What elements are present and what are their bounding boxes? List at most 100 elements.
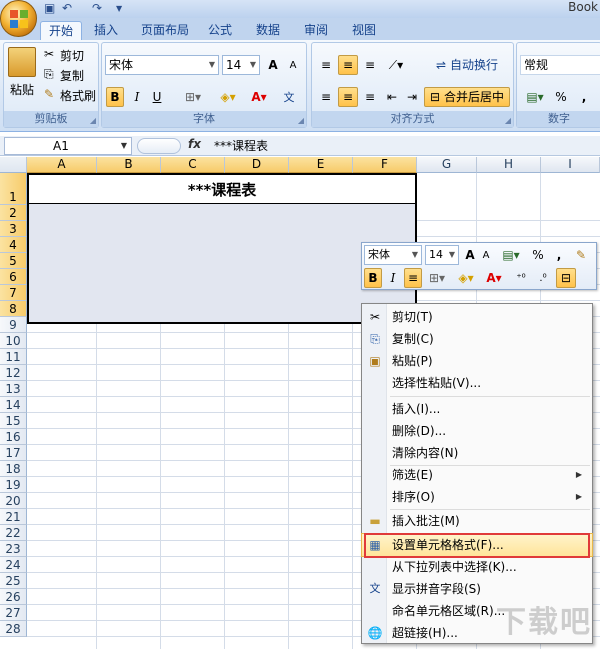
column-header[interactable]: H bbox=[477, 157, 541, 173]
cut-button[interactable]: 剪切 bbox=[60, 47, 84, 64]
percent-button[interactable]: % bbox=[553, 87, 569, 107]
quick-access-dropdown-icon[interactable]: ▼ bbox=[116, 4, 122, 13]
format-painter-button[interactable]: 格式刷 bbox=[60, 87, 96, 104]
selected-range[interactable] bbox=[27, 190, 417, 324]
mini-merge-icon[interactable]: ⊟ bbox=[556, 268, 576, 288]
tab-view[interactable]: 视图 bbox=[344, 21, 384, 40]
menu-item-copy[interactable]: ⎘ 复制(C) bbox=[362, 328, 592, 350]
paste-icon[interactable] bbox=[8, 47, 36, 77]
mini-bold-button[interactable]: B bbox=[364, 268, 382, 288]
tab-review[interactable]: 审阅 bbox=[296, 21, 336, 40]
border-button[interactable]: ⊞▾ bbox=[178, 87, 208, 107]
mini-size-select[interactable]: 14 ▼ bbox=[425, 245, 459, 265]
wrap-text-button[interactable]: ⇌ 自动换行 bbox=[424, 55, 510, 75]
shrink-font-button[interactable]: A bbox=[284, 55, 302, 75]
row-header[interactable]: 5 bbox=[0, 253, 27, 269]
row-header[interactable]: 9 bbox=[0, 317, 27, 333]
menu-item-filter[interactable]: 筛选(E) ▶ bbox=[362, 464, 592, 486]
mini-font-color-icon[interactable]: A▾ bbox=[482, 268, 506, 288]
row-header[interactable]: 15 bbox=[0, 413, 27, 429]
row-header[interactable]: 7 bbox=[0, 285, 27, 301]
row-header[interactable]: 17 bbox=[0, 445, 27, 461]
menu-item-sort[interactable]: 排序(O) ▶ bbox=[362, 486, 592, 508]
mini-border-icon[interactable]: ⊞▾ bbox=[424, 268, 450, 288]
align-center-icon[interactable]: ≡ bbox=[338, 87, 358, 107]
mini-percent-button[interactable]: % bbox=[530, 245, 546, 265]
italic-button[interactable]: I bbox=[128, 87, 146, 107]
row-header[interactable]: 2 bbox=[0, 205, 27, 221]
row-header[interactable]: 27 bbox=[0, 605, 27, 621]
menu-item-insert-comment[interactable]: ▬ 插入批注(M) bbox=[362, 510, 592, 532]
row-header[interactable]: 26 bbox=[0, 589, 27, 605]
dialog-launcher-icon[interactable]: ◢ bbox=[298, 116, 304, 125]
row-header[interactable]: 22 bbox=[0, 525, 27, 541]
formula-input[interactable]: ***课程表 bbox=[214, 137, 268, 154]
row-header[interactable]: 1 bbox=[0, 173, 27, 205]
row-header[interactable]: 6 bbox=[0, 269, 27, 285]
row-header[interactable]: 19 bbox=[0, 477, 27, 493]
mini-grow-font-icon[interactable]: A bbox=[462, 245, 478, 265]
redo-icon[interactable]: ↷ bbox=[92, 1, 102, 15]
office-button[interactable] bbox=[0, 0, 37, 37]
tab-formulas[interactable]: 公式 bbox=[200, 21, 240, 40]
align-middle-icon[interactable]: ≡ bbox=[338, 55, 358, 75]
row-header[interactable]: 16 bbox=[0, 429, 27, 445]
align-left-icon[interactable]: ≡ bbox=[316, 87, 336, 107]
formula-bar-splitter[interactable] bbox=[137, 138, 181, 154]
merge-center-button[interactable]: ⊟ 合并后居中 bbox=[424, 87, 510, 107]
grow-font-button[interactable]: A bbox=[264, 55, 282, 75]
font-size-select[interactable]: 14 ▼ bbox=[222, 55, 260, 75]
tab-insert[interactable]: 插入 bbox=[86, 21, 126, 40]
row-header[interactable]: 24 bbox=[0, 557, 27, 573]
currency-icon[interactable]: ▤▾ bbox=[521, 87, 549, 107]
mini-increase-decimal-icon[interactable]: ⁺⁰ bbox=[510, 268, 532, 288]
mini-decrease-decimal-icon[interactable]: .⁰ bbox=[532, 268, 554, 288]
bold-button[interactable]: B bbox=[106, 87, 124, 107]
row-header[interactable]: 8 bbox=[0, 301, 27, 317]
menu-item-delete[interactable]: 删除(D)... bbox=[362, 420, 592, 442]
column-header[interactable]: B bbox=[97, 157, 161, 173]
tab-home[interactable]: 开始 bbox=[40, 21, 82, 40]
tab-data[interactable]: 数据 bbox=[248, 21, 288, 40]
orientation-icon[interactable]: ⟋▾ bbox=[382, 55, 410, 75]
decrease-indent-icon[interactable]: ⇤ bbox=[382, 87, 402, 107]
align-top-icon[interactable]: ≡ bbox=[316, 55, 336, 75]
row-header[interactable]: 14 bbox=[0, 397, 27, 413]
column-header[interactable]: F bbox=[353, 157, 417, 173]
mini-italic-button[interactable]: I bbox=[384, 268, 402, 288]
menu-item-insert[interactable]: 插入(I)... bbox=[362, 398, 592, 420]
row-header[interactable]: 10 bbox=[0, 333, 27, 349]
mini-align-center-icon[interactable]: ≡ bbox=[404, 268, 422, 288]
mini-font-select[interactable]: 宋体 ▼ bbox=[364, 245, 422, 265]
fx-icon[interactable]: fx bbox=[188, 137, 201, 151]
mini-currency-icon[interactable]: ▤▾ bbox=[498, 245, 524, 265]
tab-page-layout[interactable]: 页面布局 bbox=[134, 21, 196, 40]
increase-indent-icon[interactable]: ⇥ bbox=[402, 87, 422, 107]
font-color-button[interactable]: A▾ bbox=[246, 87, 272, 107]
pinyin-icon[interactable]: 文 bbox=[276, 87, 302, 107]
paste-button[interactable]: 粘贴 bbox=[10, 81, 34, 98]
column-header[interactable]: C bbox=[161, 157, 225, 173]
mini-shrink-font-icon[interactable]: A bbox=[478, 245, 494, 265]
save-icon[interactable]: ▣ bbox=[44, 1, 55, 15]
menu-item-paste[interactable]: ▣ 粘贴(P) bbox=[362, 350, 592, 372]
row-header[interactable]: 13 bbox=[0, 381, 27, 397]
name-box[interactable]: A1 ▼ bbox=[4, 137, 132, 155]
column-header[interactable]: G bbox=[417, 157, 477, 173]
fill-color-button[interactable]: ◈▾ bbox=[212, 87, 244, 107]
column-header[interactable]: A bbox=[27, 157, 97, 173]
menu-item-pick-from-list[interactable]: 从下拉列表中选择(K)... bbox=[362, 556, 592, 578]
select-all-button[interactable] bbox=[0, 157, 27, 173]
copy-button[interactable]: 复制 bbox=[60, 67, 84, 84]
align-bottom-icon[interactable]: ≡ bbox=[360, 55, 380, 75]
row-header[interactable]: 4 bbox=[0, 237, 27, 253]
mini-comma-button[interactable]: , bbox=[552, 245, 566, 265]
mini-fill-color-icon[interactable]: ◈▾ bbox=[452, 268, 480, 288]
comma-button[interactable]: , bbox=[577, 87, 591, 107]
column-header[interactable]: I bbox=[541, 157, 600, 173]
mini-format-painter-icon[interactable]: ✎ bbox=[572, 245, 590, 265]
row-header[interactable]: 12 bbox=[0, 365, 27, 381]
column-header[interactable]: E bbox=[289, 157, 353, 173]
dialog-launcher-icon[interactable]: ◢ bbox=[505, 116, 511, 125]
font-name-select[interactable]: 宋体 ▼ bbox=[105, 55, 219, 75]
